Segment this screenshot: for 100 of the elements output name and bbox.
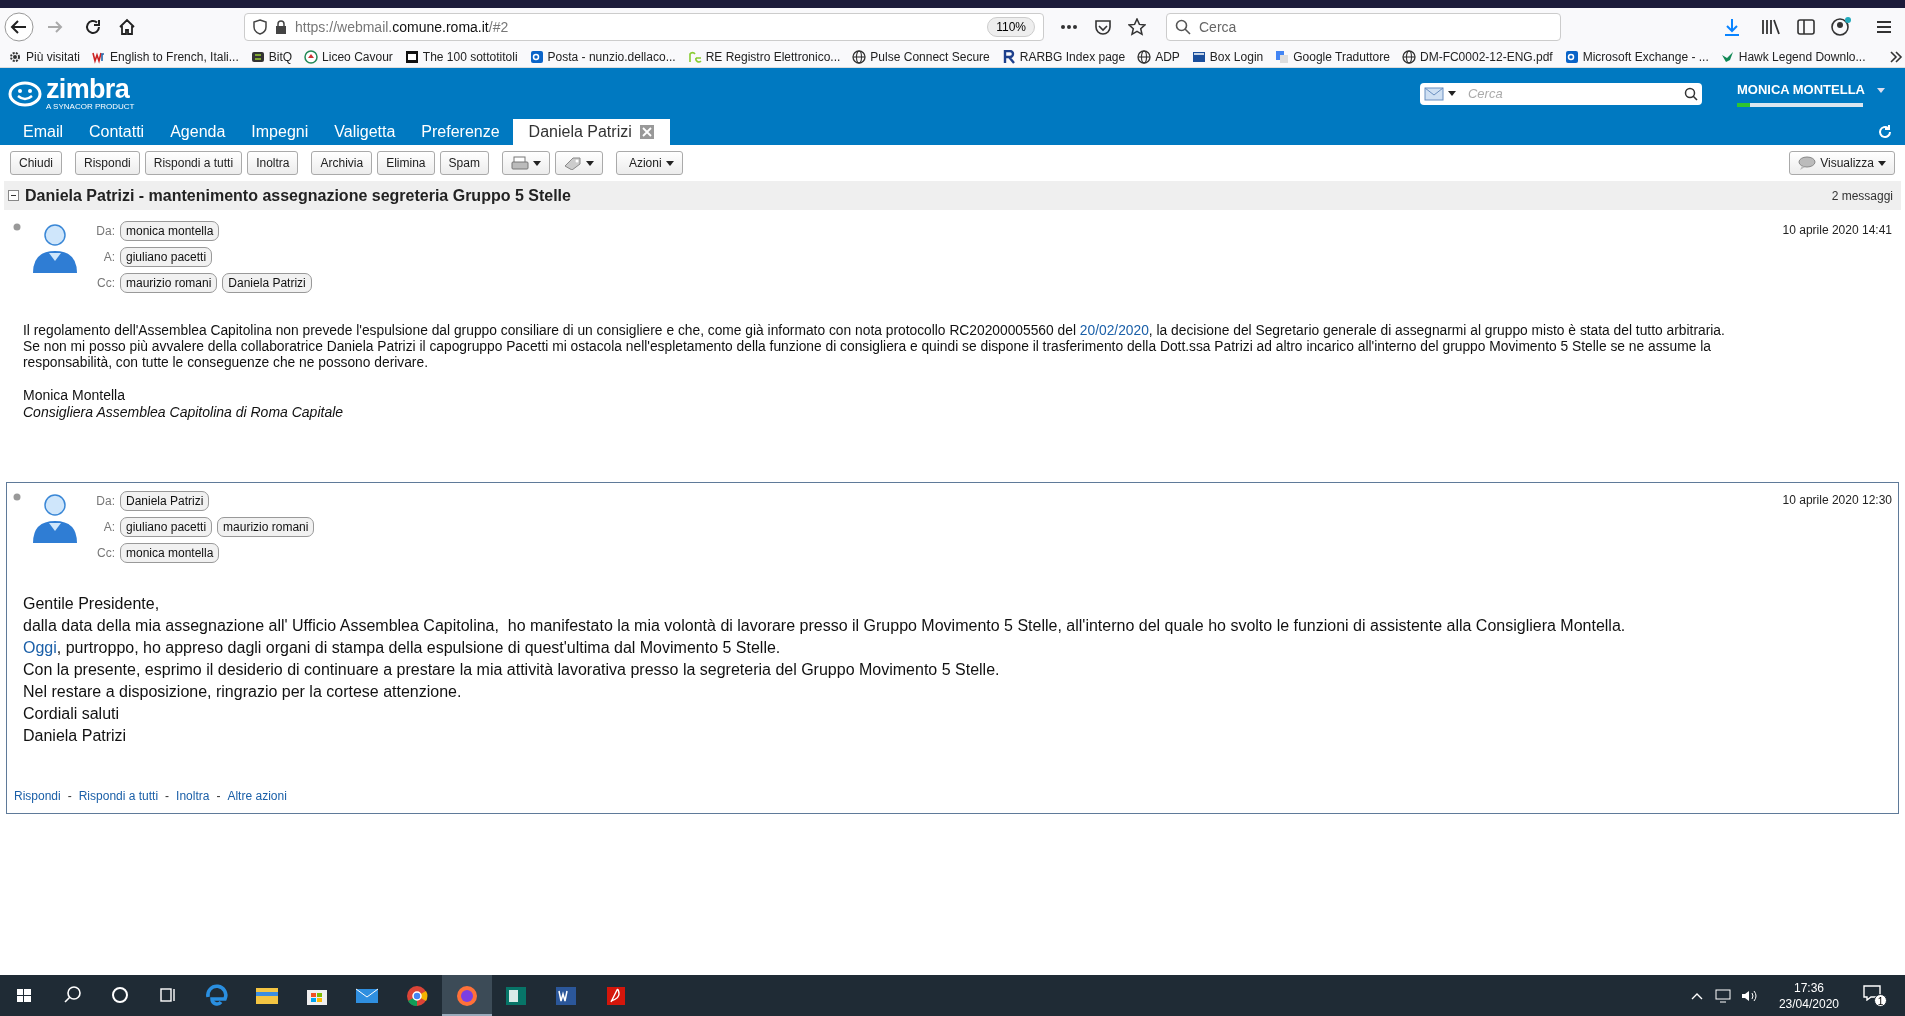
search-input[interactable]: Cerca — [1199, 16, 1552, 38]
toolbar-button[interactable]: Inoltra — [247, 151, 299, 175]
bookmark-icon — [1401, 49, 1416, 64]
tag-menu-button[interactable] — [554, 151, 603, 175]
search-field[interactable]: Cerca — [1166, 13, 1561, 41]
separator: - — [216, 788, 221, 805]
paragraph: Se non mi posso più avvalere della collaboratrice Daniela Patrizi il capogruppo Pacetti mi ostacola nell'espletamento della funzione di consigliera e quindi se dispone il trasferimento della Dott.ssa Patrizi ad altro incarico all'interno del gruppo Movimento 5 Stelle se ne assume la responsabilità, con tutte le conseguenze che ne possono derivare. — [23, 339, 1712, 371]
bookmark[interactable]: Box Login — [1191, 47, 1264, 66]
notification-button[interactable]: 1 — [1863, 984, 1885, 1007]
chevrons-icon[interactable] — [1889, 50, 1904, 63]
recipient-chip[interactable]: Daniela Patrizi — [222, 273, 312, 293]
bookmark[interactable]: Hawk Legend Downlo... — [1720, 47, 1866, 66]
bookmark[interactable]: ADP — [1137, 47, 1180, 66]
bookmark[interactable]: Pulse Connect Secure — [852, 47, 990, 66]
download-icon[interactable] — [1723, 18, 1741, 36]
paragraph: Cordiali saluti — [23, 704, 121, 724]
pocket-icon[interactable] — [1094, 18, 1112, 36]
bookmark[interactable]: RE Registro Elettronico... — [687, 47, 841, 66]
print-menu-button[interactable] — [501, 151, 550, 175]
bookmark[interactable]: Microsoft Exchange - ... — [1564, 47, 1709, 66]
tab[interactable]: Contatti — [76, 119, 158, 145]
menu-icon[interactable] — [1875, 19, 1893, 35]
clock[interactable]: 17:36 23/04/2020 — [1778, 979, 1839, 1012]
toolbar-button[interactable]: Elimina — [377, 151, 435, 175]
tab[interactable]: Agenda — [157, 119, 239, 145]
chevron-up-icon[interactable] — [1690, 991, 1703, 1000]
caret-icon — [585, 160, 594, 166]
toolbar-button[interactable]: Archivia — [311, 151, 373, 175]
sidebar-icon[interactable] — [1797, 18, 1815, 36]
toolbar-button[interactable]: Spam — [439, 151, 489, 175]
caret-icon — [1878, 160, 1886, 166]
view-menu-button[interactable]: Visualizza — [1789, 151, 1895, 175]
paragraph: dalla data della mia assegnazione all' Ufficio Assemblea Capitolina, ho manifestato la mia volontà di lavorare presso il Gruppo Movimento 5 Stelle, all'interno del quale ho svolto le funzioni di assistente alla Consigliera Montella. — [23, 616, 1627, 636]
paragraph: Daniela Patrizi — [23, 726, 128, 746]
volume-icon[interactable] — [1740, 988, 1759, 1003]
account-icon[interactable] — [1831, 17, 1851, 37]
action-link[interactable]: Rispondi a tutti — [78, 787, 159, 805]
more-icon[interactable] — [1060, 24, 1078, 30]
header-label: Da: — [95, 223, 115, 240]
back-icon[interactable] — [4, 12, 34, 42]
tab[interactable]: Email — [10, 119, 76, 145]
reload-icon[interactable] — [84, 18, 102, 36]
network-icon[interactable] — [1714, 988, 1733, 1003]
toolbar-button[interactable]: Rispondi — [75, 151, 140, 175]
bookmark[interactable]: Google Traduttore — [1275, 47, 1390, 66]
home-icon[interactable] — [118, 18, 136, 36]
bookmark[interactable]: Posta - nunzio.dellaco... — [529, 47, 676, 66]
action-link[interactable]: Altre azioni — [227, 787, 287, 805]
search-input[interactable]: Cerca — [1467, 83, 1680, 104]
bookmark[interactable]: The 100 sottotitoli — [404, 47, 518, 66]
tab[interactable]: Impegni — [238, 119, 322, 145]
tab[interactable]: Preferenze — [408, 119, 513, 145]
caret-icon — [665, 160, 674, 166]
header-label: Cc: — [96, 545, 115, 562]
toolbar-button[interactable]: Chiudi — [10, 151, 63, 175]
bookmark[interactable]: DM-FC0002-12-ENG.pdf — [1401, 47, 1553, 66]
message-date: 10 aprile 2020 12:30 — [1782, 492, 1892, 509]
address-bar[interactable]: https://webmail.comune.roma.it/#2 110% — [244, 13, 1044, 41]
conversation-subject: Daniela Patrizi - mantenimento assegnazione segreteria Gruppo 5 Stelle — [25, 185, 571, 206]
link[interactable]: 20/02/2020 — [1079, 323, 1149, 338]
paragraph: Il regolamento dell'Assemblea Capitolina non prevede l'espulsione dal gruppo consiliare di un consigliere e che, come già informato con nota protocollo RC20200005560 del 20/02/2020, la decisione del Segretario generale di assegnarmi al gruppo misto è stata del tutto arbitraria. — [23, 323, 1726, 339]
recipient-chip[interactable]: monica montella — [120, 221, 220, 241]
recipient-chip[interactable]: giuliano pacetti — [120, 517, 213, 537]
search-field[interactable]: Cerca — [1419, 82, 1702, 105]
toolbar-button[interactable]: Rispondi a tutti — [144, 151, 243, 175]
notification-count: 1 — [1874, 993, 1887, 1007]
caret-icon[interactable] — [1447, 91, 1456, 96]
recipient-chip[interactable]: maurizio romani — [120, 273, 218, 293]
recipient-chip[interactable]: giuliano pacetti — [120, 247, 213, 267]
bookmark-icon — [687, 49, 702, 64]
bookmark[interactable]: BitQ — [250, 47, 293, 66]
bookmark[interactable]: English to French, Itali... — [92, 47, 239, 66]
tab[interactable]: Daniela Patrizi — [512, 119, 670, 145]
tab[interactable]: Valigetta — [321, 119, 409, 145]
star-icon[interactable] — [1128, 18, 1146, 36]
bookmark[interactable]: Liceo Cavour — [304, 47, 393, 66]
tag-icon — [563, 156, 582, 170]
recipient-chip[interactable]: monica montella — [120, 543, 220, 563]
zoom-level-button[interactable]: 110% — [987, 17, 1035, 37]
message-count: 2 messaggi — [1831, 187, 1894, 205]
bookmark-icon — [1001, 49, 1016, 64]
action-link[interactable]: Inoltra — [176, 787, 210, 805]
close-icon[interactable] — [639, 125, 654, 139]
bookmark-icon — [304, 49, 319, 64]
bookmark[interactable]: RARBG Index page — [1001, 47, 1126, 66]
recipient-chip[interactable]: maurizio romani — [217, 517, 315, 537]
search-icon — [1175, 19, 1191, 35]
printer-icon — [510, 156, 529, 170]
user-name[interactable]: MONICA MONTELLA — [1736, 80, 1865, 100]
url-text: https://webmail.comune.roma.it/#2 — [295, 17, 509, 37]
envelope-icon — [1423, 86, 1444, 101]
library-icon[interactable] — [1761, 18, 1781, 36]
bookmark[interactable]: Più visitati — [8, 47, 81, 66]
separator: - — [165, 788, 170, 805]
link[interactable]: Oggi — [23, 639, 57, 656]
refresh-icon[interactable] — [1877, 124, 1893, 140]
collapse-icon[interactable] — [8, 190, 19, 201]
actions-menu-button[interactable]: Azioni — [615, 151, 683, 175]
recipient-chip[interactable]: Daniela Patrizi — [120, 491, 210, 511]
action-link[interactable]: Rispondi — [14, 787, 61, 805]
